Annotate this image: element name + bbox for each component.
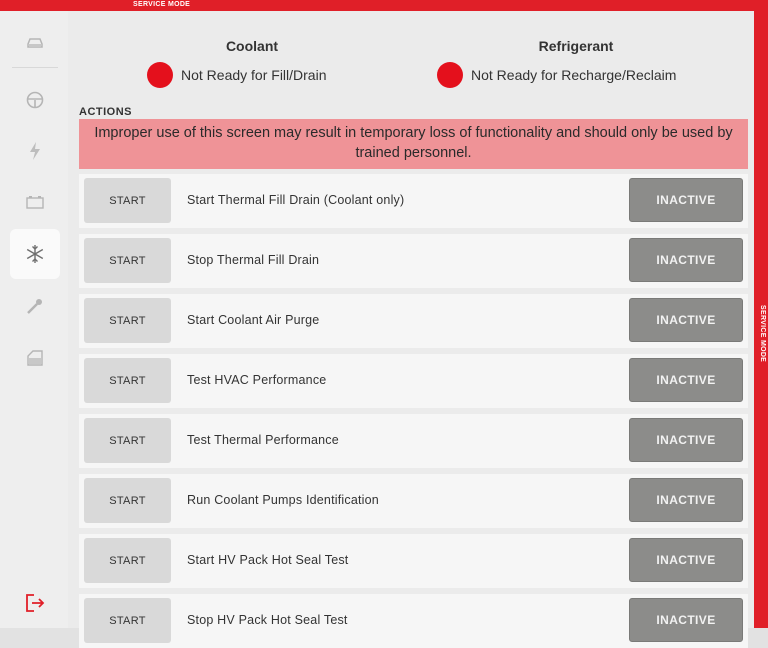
- refrigerant-status: Not Ready for Recharge/Reclaim: [437, 62, 676, 88]
- action-row: START Start Thermal Fill Drain (Coolant …: [79, 174, 748, 228]
- sidebar-item-tools[interactable]: [10, 281, 60, 331]
- action-label: Stop HV Pack Hot Seal Test: [187, 613, 348, 627]
- car-icon: [27, 38, 43, 48]
- start-button[interactable]: START: [84, 238, 171, 283]
- action-row: START Run Coolant Pumps Identification I…: [79, 474, 748, 528]
- exit-icon: [26, 594, 45, 612]
- action-row: START Stop HV Pack Hot Seal Test INACTIV…: [79, 594, 748, 648]
- action-status-button[interactable]: INACTIVE: [629, 298, 743, 342]
- actions-heading: ACTIONS: [79, 106, 132, 118]
- battery-icon: [26, 196, 44, 209]
- action-status-button[interactable]: INACTIVE: [629, 358, 743, 402]
- action-label: Run Coolant Pumps Identification: [187, 493, 379, 507]
- sidebar-item-battery[interactable]: [10, 177, 60, 227]
- action-label: Start Coolant Air Purge: [187, 313, 320, 327]
- snowflake-icon: [26, 245, 44, 263]
- start-button[interactable]: START: [84, 178, 171, 223]
- action-status-button[interactable]: INACTIVE: [629, 538, 743, 582]
- sidebar-item-power[interactable]: [10, 126, 60, 176]
- action-status-button[interactable]: INACTIVE: [629, 478, 743, 522]
- start-button[interactable]: START: [84, 358, 171, 403]
- refrigerant-status-text: Not Ready for Recharge/Reclaim: [471, 67, 677, 83]
- main-panel: Coolant Not Ready for Fill/Drain Refrige…: [68, 11, 754, 648]
- sidebar: [0, 11, 68, 628]
- lightning-icon: [30, 142, 40, 160]
- action-row: START Stop Thermal Fill Drain INACTIVE: [79, 234, 748, 288]
- action-row: START Start Coolant Air Purge INACTIVE: [79, 294, 748, 348]
- warning-banner: Improper use of this screen may result i…: [79, 119, 748, 169]
- refrigerant-title: Refrigerant: [538, 38, 614, 54]
- door-icon: [27, 350, 43, 366]
- sidebar-item-thermal[interactable]: [10, 229, 60, 279]
- action-status-button[interactable]: INACTIVE: [629, 178, 743, 222]
- start-button[interactable]: START: [84, 538, 171, 583]
- service-mode-bar-right: SERVICE MODE: [754, 0, 768, 628]
- action-label: Test Thermal Performance: [187, 433, 339, 447]
- screen-frame: SERVICE MODE SERVICE MODE Coolant Not Re…: [0, 0, 768, 648]
- start-button[interactable]: START: [84, 598, 171, 643]
- steering-wheel-icon: [26, 91, 44, 109]
- sidebar-item-car[interactable]: [10, 18, 60, 68]
- action-status-button[interactable]: INACTIVE: [629, 418, 743, 462]
- sidebar-item-door[interactable]: [10, 333, 60, 383]
- action-label: Test HVAC Performance: [187, 373, 327, 387]
- action-row: START Test Thermal Performance INACTIVE: [79, 414, 748, 468]
- service-screen: Coolant Not Ready for Fill/Drain Refrige…: [0, 11, 754, 648]
- action-label: Start Thermal Fill Drain (Coolant only): [187, 193, 405, 207]
- action-status-button[interactable]: INACTIVE: [629, 238, 743, 282]
- wrench-icon: [27, 299, 42, 314]
- action-label: Start HV Pack Hot Seal Test: [187, 553, 349, 567]
- coolant-title: Coolant: [225, 38, 279, 54]
- refrigerant-status-indicator: [437, 62, 463, 88]
- sidebar-divider: [12, 67, 58, 68]
- action-row: START Test HVAC Performance INACTIVE: [79, 354, 748, 408]
- coolant-status-indicator: [147, 62, 173, 88]
- start-button[interactable]: START: [84, 478, 171, 523]
- service-mode-bar-top: SERVICE MODE: [0, 0, 768, 11]
- exit-button[interactable]: [24, 593, 46, 613]
- start-button[interactable]: START: [84, 418, 171, 463]
- action-status-button[interactable]: INACTIVE: [629, 598, 743, 642]
- service-mode-label-top: SERVICE MODE: [133, 1, 191, 8]
- action-label: Stop Thermal Fill Drain: [187, 253, 320, 267]
- sidebar-item-steering[interactable]: [10, 75, 60, 125]
- coolant-status-text: Not Ready for Fill/Drain: [181, 67, 327, 83]
- start-button[interactable]: START: [84, 298, 171, 343]
- action-row: START Start HV Pack Hot Seal Test INACTI…: [79, 534, 748, 588]
- coolant-status: Not Ready for Fill/Drain: [147, 62, 327, 88]
- service-mode-label-right: SERVICE MODE: [759, 305, 766, 363]
